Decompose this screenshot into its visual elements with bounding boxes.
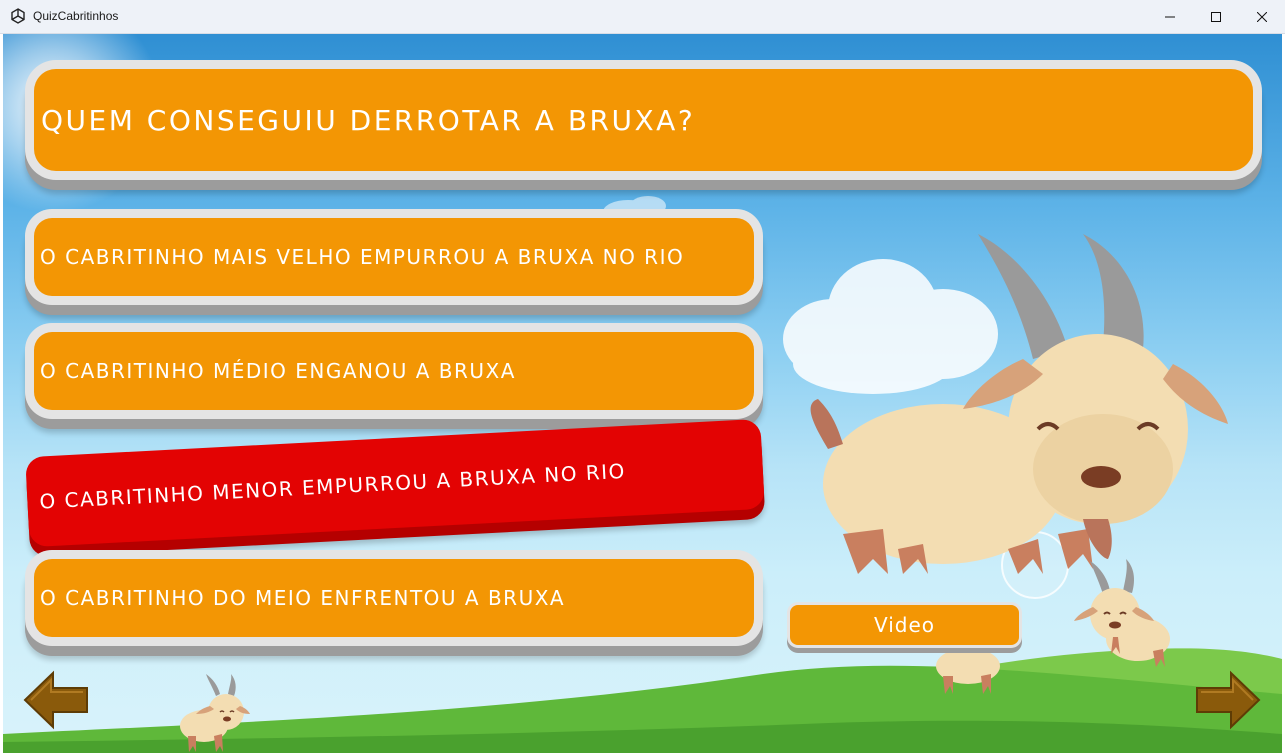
answer-button-2[interactable]: O CABRITINHO MÉDIO ENGANOU A BRUXA [34, 332, 754, 410]
minimize-button[interactable] [1147, 0, 1193, 33]
answer-label: O CABRITINHO DO MEIO ENFRENTOU A BRUXA [40, 586, 566, 610]
answer-button-1[interactable]: O CABRITINHO MAIS VELHO EMPURROU A BRUXA… [34, 218, 754, 296]
game-viewport: QUEM CONSEGUIU DERROTAR A BRUXA? O CABRI… [3, 34, 1282, 753]
hidden-goat-image [936, 648, 1000, 694]
minimize-icon [1165, 16, 1175, 17]
maximize-button[interactable] [1193, 0, 1239, 33]
arrow-right-icon [1196, 670, 1261, 730]
app-window: QuizCabritinhos QUEM CONSEGUIU DERROTAR … [0, 0, 1285, 756]
big-goat-image [810, 234, 1228, 574]
close-icon [1257, 11, 1267, 22]
small-goat-right-image [1074, 559, 1170, 667]
maximize-icon [1211, 11, 1221, 22]
answer-label: O CABRITINHO MÉDIO ENGANOU A BRUXA [40, 359, 516, 383]
answer-label: O CABRITINHO MAIS VELHO EMPURROU A BRUXA… [40, 245, 685, 269]
next-arrow-button[interactable] [1195, 670, 1261, 730]
arrow-left-icon [23, 670, 88, 730]
question-text: QUEM CONSEGUIU DERROTAR A BRUXA? [41, 103, 696, 137]
answer-label: O CABRITINHO MENOR EMPURROU A BRUXA NO R… [38, 458, 627, 514]
unity-logo-icon [11, 8, 25, 24]
small-goat-left-image [180, 674, 250, 752]
video-label: Video [873, 613, 936, 637]
title-bar: QuizCabritinhos [0, 0, 1285, 34]
window-title: QuizCabritinhos [33, 9, 119, 23]
video-button[interactable]: Video [790, 605, 1019, 645]
question-banner: QUEM CONSEGUIU DERROTAR A BRUXA? [34, 69, 1253, 171]
close-button[interactable] [1239, 0, 1285, 33]
prev-arrow-button[interactable] [23, 670, 89, 730]
answer-button-4[interactable]: O CABRITINHO DO MEIO ENFRENTOU A BRUXA [34, 559, 754, 637]
